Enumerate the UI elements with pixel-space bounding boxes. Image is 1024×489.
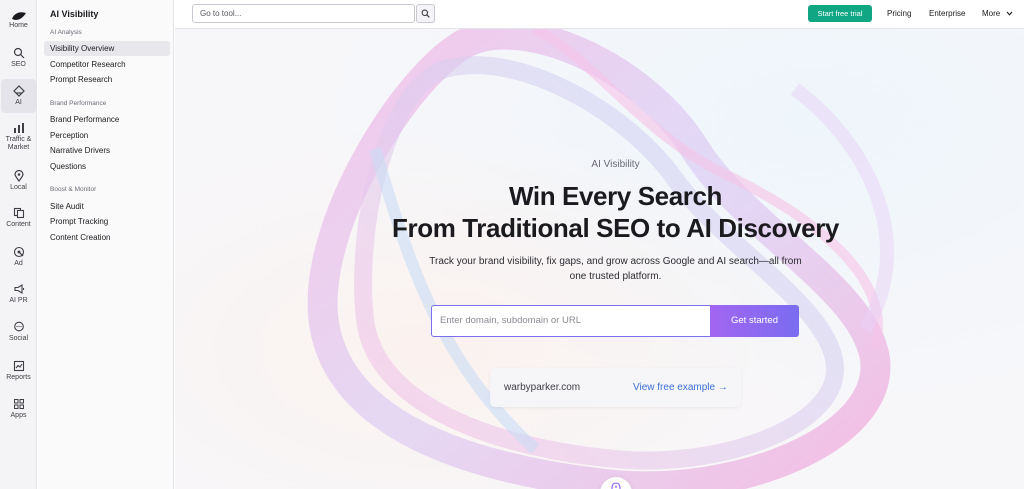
rail-item-content[interactable]: Content [1,207,36,229]
secondary-sidebar: AI Visibility AI Analysis Visibility Ove… [38,0,174,489]
sidebar-item-perception[interactable]: Perception [44,128,170,143]
rail-label: Apps [10,412,27,419]
rail-label: AI [15,99,22,106]
sidebar-item-visibility-overview[interactable]: Visibility Overview [44,41,170,56]
rail-item-local[interactable]: Local [1,170,36,192]
chevron-down-icon [1006,11,1013,16]
rail-item-seo[interactable]: SEO [1,47,36,69]
content-icon [13,207,24,219]
apps-grid-icon [13,399,24,409]
hero-headline-line-2: From Traditional SEO to AI Discovery [392,213,839,243]
rail-label: Reports [6,374,31,381]
traffic-icon [13,123,24,133]
sidebar-title: AI Visibility [50,9,99,19]
nav-more-menu[interactable]: More [982,9,1013,18]
location-pin-icon [13,170,24,182]
reports-icon [13,360,24,372]
sidebar-item-questions[interactable]: Questions [44,159,170,174]
hero-eyebrow: AI Visibility [591,159,640,170]
start-free-trial-button[interactable]: Start free trial [808,5,872,22]
sidebar-item-content-creation[interactable]: Content Creation [44,230,170,245]
search-icon [421,9,430,18]
sidebar-item-narrative-drivers[interactable]: Narrative Drivers [44,143,170,158]
ad-icon [13,246,24,258]
rail-item-reports[interactable]: Reports [1,360,36,382]
tool-search-input[interactable] [193,5,415,22]
hero-subtitle: Track your brand visibility, fix gaps, a… [429,256,802,282]
top-bar: Start free trial Pricing Enterprise More [175,0,1024,29]
sidebar-group-heading: AI Analysis [50,29,82,36]
domain-input-wrapper [431,305,711,337]
rail-item-apps[interactable]: Apps [1,398,36,420]
rail-item-home[interactable]: Home [0,6,37,36]
chat-icon [13,321,24,332]
home-logo-icon [11,12,26,20]
sidebar-group-heading: Brand Performance [50,100,107,107]
rail-label: Traffic & [5,136,32,143]
rail-label: SEO [11,61,26,68]
sidebar-item-competitor-research[interactable]: Competitor Research [44,57,170,72]
tool-search [192,4,415,23]
sidebar-item-site-audit[interactable]: Site Audit [44,199,170,214]
sidebar-item-prompt-tracking[interactable]: Prompt Tracking [44,214,170,229]
nav-pricing-link[interactable]: Pricing [887,9,911,18]
rail-item-social[interactable]: Social [1,321,36,343]
nav-enterprise-link[interactable]: Enterprise [929,9,965,18]
sidebar-item-brand-performance[interactable]: Brand Performance [44,112,170,127]
domain-input[interactable] [432,306,708,335]
sidebar-item-prompt-research[interactable]: Prompt Research [44,72,170,87]
rail-label: Home [9,22,28,29]
megaphone-icon [13,284,24,294]
rail-item-traffic-market[interactable]: Traffic & Market [1,122,36,152]
rail-item-ad[interactable]: Ad [1,246,36,268]
example-domain-link[interactable]: warbyparker.com [504,382,580,393]
hero-section: AI Visibility Win Every Search From Trad… [175,29,1024,489]
view-free-example-link[interactable]: View free example → [633,382,728,393]
search-button[interactable] [416,4,435,23]
get-started-button[interactable]: Get started [710,305,799,337]
rail-label: Local [10,184,27,191]
rail-item-ai[interactable]: AI [1,79,36,113]
ai-icon [12,85,25,97]
rail-label: Ad [14,260,23,267]
hero-headline-line-1: Win Every Search [508,181,723,211]
nav-more-label: More [982,9,1001,18]
icon-rail: Home SEO AI Traffic & Market Local Conte… [0,0,37,489]
rail-item-ai-pr[interactable]: AI PR [1,283,36,305]
seo-icon [13,47,24,59]
sidebar-group-heading: Boost & Monitor [50,186,97,193]
rail-label: Content [6,221,31,228]
rail-label: Social [8,335,29,342]
rail-label: AI PR [9,297,28,304]
example-card: warbyparker.com View free example → [490,368,741,407]
rail-label: Market [7,144,30,151]
scroll-mouse-icon [611,482,621,489]
